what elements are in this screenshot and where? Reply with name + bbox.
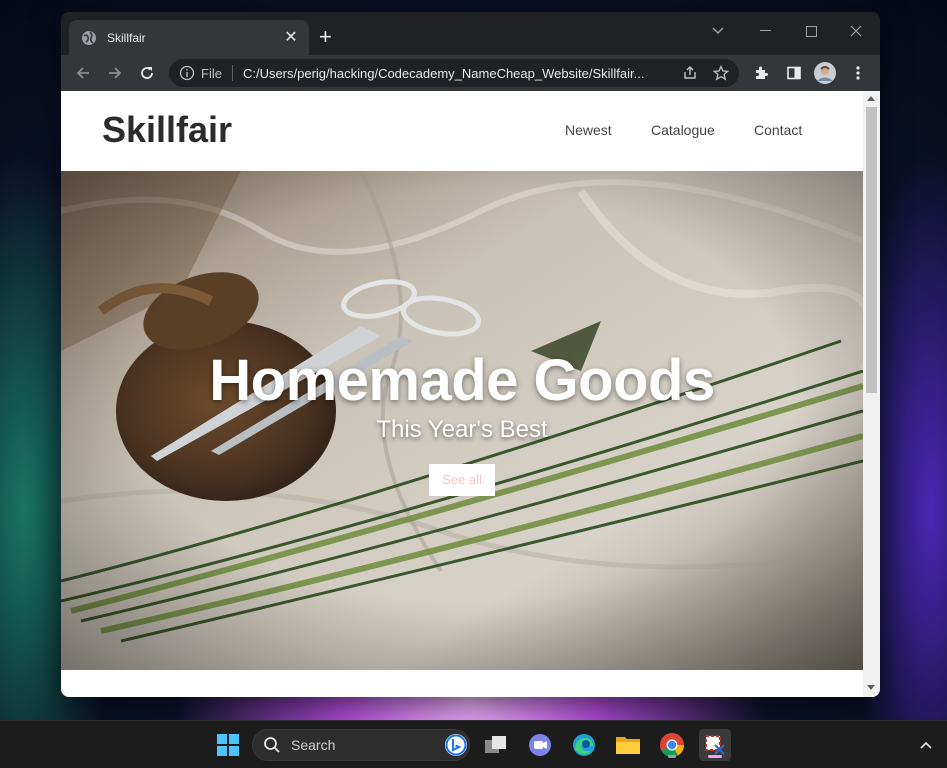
taskbar-search-label: Search — [291, 737, 336, 753]
browser-toolbar: File C:/Users/perig/hacking/Codecademy_N… — [61, 55, 880, 91]
chrome-icon[interactable] — [656, 729, 688, 761]
reload-icon[interactable] — [135, 61, 159, 85]
tab-search-icon[interactable] — [700, 16, 736, 46]
share-icon[interactable] — [678, 61, 702, 85]
scroll-up-arrow-icon[interactable] — [867, 96, 875, 101]
search-icon — [264, 737, 280, 753]
menu-kebab-icon[interactable] — [846, 61, 870, 85]
taskbar-search-box[interactable]: Search — [252, 729, 470, 761]
nav-link-newest[interactable]: Newest — [565, 122, 612, 138]
profile-avatar[interactable] — [813, 61, 837, 85]
globe-icon — [82, 30, 96, 45]
task-view-icon[interactable] — [480, 729, 512, 761]
see-all-button[interactable]: See all — [429, 464, 495, 496]
tab-title: Skillfair — [107, 30, 146, 45]
show-hidden-icons-chevron-icon[interactable] — [910, 729, 942, 761]
snipping-tool-icon[interactable] — [699, 729, 731, 761]
info-icon[interactable] — [179, 65, 195, 81]
back-icon[interactable] — [71, 61, 95, 85]
site-logo[interactable]: Skillfair — [102, 109, 232, 151]
scrollbar-thumb[interactable] — [866, 107, 877, 393]
extensions-icon[interactable] — [749, 61, 773, 85]
omnibox-divider — [231, 65, 233, 81]
tab-skillfair[interactable]: Skillfair ✕ — [69, 20, 309, 55]
address-bar[interactable]: File C:/Users/perig/hacking/Codecademy_N… — [169, 59, 739, 87]
hero-section: Homemade Goods This Year's Best See all — [61, 171, 863, 670]
page-scrollbar[interactable] — [863, 91, 880, 697]
hero-title: Homemade Goods — [209, 348, 715, 413]
teams-chat-icon[interactable] — [524, 729, 556, 761]
tab-strip: Skillfair ✕ + — [61, 12, 880, 55]
snipping-tool-active-indicator — [708, 755, 722, 758]
chrome-running-indicator — [668, 755, 676, 758]
windows-taskbar: Search — [0, 720, 947, 768]
maximize-icon[interactable] — [793, 16, 829, 46]
minimize-icon[interactable] — [747, 16, 783, 46]
bookmark-star-icon[interactable] — [709, 61, 733, 85]
scroll-down-arrow-icon[interactable] — [867, 685, 875, 690]
edge-icon[interactable] — [568, 729, 600, 761]
hero-text-block: Homemade Goods This Year's Best See all — [61, 347, 863, 496]
nav-link-contact[interactable]: Contact — [754, 122, 802, 138]
forward-icon[interactable] — [103, 61, 127, 85]
scheme-label: File — [201, 65, 222, 81]
close-tab-icon[interactable]: ✕ — [283, 29, 299, 46]
site-header: Skillfair Newest Catalogue Contact — [61, 91, 863, 171]
new-tab-button[interactable]: + — [319, 26, 332, 48]
url-text[interactable]: C:/Users/perig/hacking/Codecademy_NameCh… — [243, 66, 683, 81]
windows-start-icon[interactable] — [212, 729, 244, 761]
close-window-icon[interactable] — [838, 16, 874, 46]
page-viewport: Skillfair Newest Catalogue Contact Homem… — [61, 91, 880, 697]
bing-icon[interactable] — [443, 732, 469, 758]
nav-link-catalogue[interactable]: Catalogue — [651, 122, 715, 138]
side-panel-icon[interactable] — [782, 61, 806, 85]
file-explorer-icon[interactable] — [612, 729, 644, 761]
hero-subtitle: This Year's Best — [376, 416, 548, 443]
browser-window: Skillfair ✕ + File C:/Users/perig/hackin… — [61, 12, 880, 697]
